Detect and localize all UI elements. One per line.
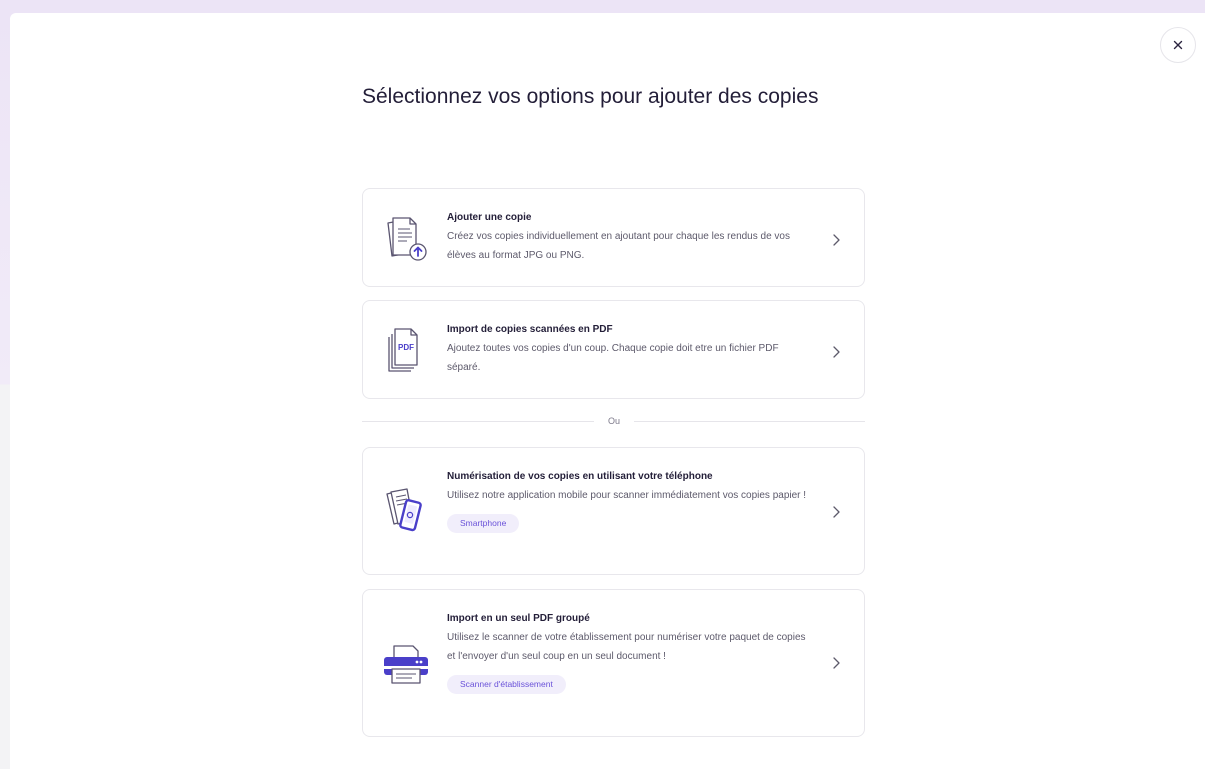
- chevron-right-icon: [833, 657, 840, 669]
- printer-icon: [379, 636, 433, 690]
- tag-school-scanner: Scanner d'établissement: [447, 675, 566, 694]
- option-add-copy[interactable]: Ajouter une copie Créez vos copies indiv…: [362, 188, 865, 287]
- pdf-icon-text: PDF: [398, 343, 414, 352]
- close-icon: [1173, 40, 1183, 50]
- option-import-scanned-pdf[interactable]: PDF Import de copies scannées en PDF Ajo…: [362, 300, 865, 399]
- option-grouped-pdf-import[interactable]: Import en un seul PDF groupé Utilisez le…: [362, 589, 865, 737]
- close-button[interactable]: [1160, 27, 1196, 63]
- tag-smartphone: Smartphone: [447, 514, 520, 533]
- chevron-right-icon: [833, 506, 840, 518]
- option-title: Numérisation de vos copies en utilisant …: [447, 471, 713, 482]
- option-phone-scan[interactable]: Numérisation de vos copies en utilisant …: [362, 447, 865, 575]
- option-description: Utilisez notre application mobile pour s…: [447, 490, 807, 501]
- separator-label: Ou: [594, 415, 634, 428]
- option-description: Utilisez le scanner de votre établisseme…: [447, 632, 806, 662]
- option-description: Créez vos copies individuellement en ajo…: [447, 231, 790, 261]
- chevron-right-icon: [833, 234, 840, 246]
- phone-scan-icon: [379, 484, 433, 538]
- modal-title: Sélectionnez vos options pour ajouter de…: [362, 85, 819, 108]
- option-description: Ajoutez toutes vos copies d'un coup. Cha…: [447, 343, 779, 373]
- option-title: Import en un seul PDF groupé: [447, 613, 590, 624]
- document-upload-icon: [379, 211, 433, 265]
- option-title: Import de copies scannées en PDF: [447, 324, 613, 335]
- chevron-right-icon: [833, 346, 840, 358]
- option-title: Ajouter une copie: [447, 212, 532, 223]
- pdf-stack-icon: PDF: [379, 323, 433, 377]
